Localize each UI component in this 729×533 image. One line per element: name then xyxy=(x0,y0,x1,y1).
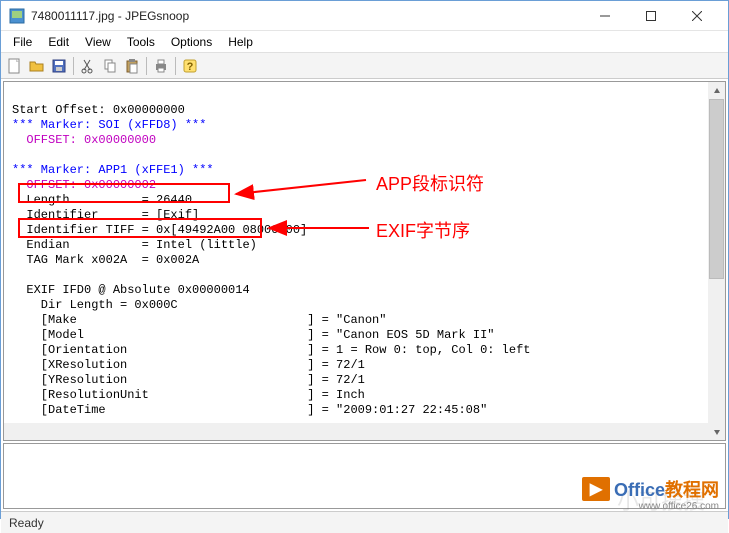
copy-icon[interactable] xyxy=(100,56,120,76)
line-datetime: [DateTime ] = "2009:01:27 22:45:08" xyxy=(12,403,487,417)
help-icon[interactable]: ? xyxy=(180,56,200,76)
annotation-app-identifier: APP段标识符 xyxy=(376,170,484,196)
logo-overlay: ▶ Office教程网 www.office26.com xyxy=(582,476,719,502)
line-exif-ifd0: EXIF IFD0 @ Absolute 0x00000014 xyxy=(12,283,250,297)
save-icon[interactable] xyxy=(49,56,69,76)
toolbar: ? xyxy=(1,53,728,79)
logo-text-office: Office xyxy=(614,480,665,500)
line-identifier-tiff: Identifier TIFF = 0x[49492A00 08000000] xyxy=(12,223,307,237)
line-resolutionunit: [ResolutionUnit ] = Inch xyxy=(12,388,365,402)
close-button[interactable] xyxy=(674,2,720,30)
logo-icon: ▶ xyxy=(582,477,610,501)
output-text[interactable]: Start Offset: 0x00000000 *** Marker: SOI… xyxy=(4,82,725,439)
scrollbar-horizontal[interactable] xyxy=(4,423,708,440)
line-tag-mark: TAG Mark x002A = 0x002A xyxy=(12,253,199,267)
statusbar: Ready xyxy=(1,511,728,533)
cut-icon[interactable] xyxy=(78,56,98,76)
separator-icon xyxy=(73,57,74,75)
new-icon[interactable] xyxy=(5,56,25,76)
line-xresolution: [XResolution ] = 72/1 xyxy=(12,358,365,372)
menu-file[interactable]: File xyxy=(5,33,40,51)
menu-options[interactable]: Options xyxy=(163,33,220,51)
window-controls xyxy=(582,2,720,30)
bottom-panel: 小可搜搜 ▶ Office教程网 www.office26.com xyxy=(3,443,726,509)
print-icon[interactable] xyxy=(151,56,171,76)
scroll-down-icon[interactable] xyxy=(708,423,725,440)
separator-icon xyxy=(175,57,176,75)
scrollbar-thumb[interactable] xyxy=(709,99,724,279)
menubar: File Edit View Tools Options Help xyxy=(1,31,728,53)
line-endian: Endian = Intel (little) xyxy=(12,238,257,252)
line-blank xyxy=(12,148,19,162)
line-blank2 xyxy=(12,268,19,282)
separator-icon xyxy=(146,57,147,75)
line-length: Length = 26440 xyxy=(12,193,192,207)
menu-tools[interactable]: Tools xyxy=(119,33,163,51)
annotation-exif-endian: EXIF字节序 xyxy=(376,217,470,243)
line-marker-soi: *** Marker: SOI (xFFD8) *** xyxy=(12,118,206,132)
line-offset-2: OFFSET: 0x00000002 xyxy=(12,178,156,192)
minimize-button[interactable] xyxy=(582,2,628,30)
app-icon xyxy=(9,8,25,24)
titlebar: 7480011117.jpg - JPEGsnoop xyxy=(1,1,728,31)
menu-edit[interactable]: Edit xyxy=(40,33,77,51)
status-text: Ready xyxy=(9,516,44,530)
svg-text:?: ? xyxy=(187,61,194,73)
line-dir-length: Dir Length = 0x000C xyxy=(12,298,178,312)
window-title: 7480011117.jpg - JPEGsnoop xyxy=(31,9,582,23)
line-start-offset: Start Offset: 0x00000000 xyxy=(12,103,185,117)
line-marker-app1: *** Marker: APP1 (xFFE1) *** xyxy=(12,163,214,177)
line-yresolution: [YResolution ] = 72/1 xyxy=(12,373,365,387)
paste-icon[interactable] xyxy=(122,56,142,76)
scrollbar-track[interactable] xyxy=(708,279,725,423)
menu-view[interactable]: View xyxy=(77,33,119,51)
menu-help[interactable]: Help xyxy=(220,33,261,51)
maximize-button[interactable] xyxy=(628,2,674,30)
line-identifier: Identifier = [Exif] xyxy=(12,208,199,222)
line-make: [Make ] = "Canon" xyxy=(12,313,386,327)
scrollbar-vertical[interactable] xyxy=(708,82,725,440)
line-orientation: [Orientation ] = 1 = Row 0: top, Col 0: … xyxy=(12,343,530,357)
scroll-up-icon[interactable] xyxy=(708,82,725,99)
line-offset-0: OFFSET: 0x00000000 xyxy=(12,133,156,147)
content-panel: Start Offset: 0x00000000 *** Marker: SOI… xyxy=(3,81,726,441)
open-icon[interactable] xyxy=(27,56,47,76)
logo-text-tutorial: 教程网 xyxy=(665,480,719,500)
line-model: [Model ] = "Canon EOS 5D Mark II" xyxy=(12,328,494,342)
